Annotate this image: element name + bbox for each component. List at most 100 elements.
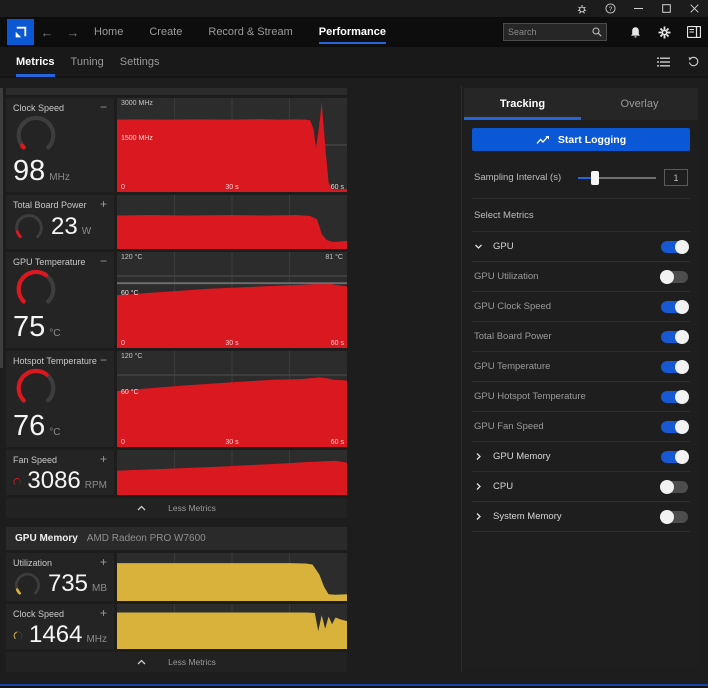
less-metrics-button[interactable]: Less Metrics — [6, 652, 347, 672]
toggle-switch-cpu[interactable] — [660, 479, 688, 494]
section-title: GPU Memory — [15, 533, 78, 544]
nav-item-performance[interactable]: Performance — [318, 18, 387, 46]
window-focus-border — [0, 684, 708, 686]
metric-unit: W — [81, 226, 92, 237]
tray-settings-icon[interactable] — [568, 0, 596, 17]
app-window: ? ← → Home Create Record & Stream Perfor… — [0, 0, 708, 688]
search-icon — [592, 27, 602, 37]
tab-overlay[interactable]: Overlay — [581, 88, 698, 120]
gauge-dial — [13, 477, 21, 484]
tracking-row-gpu-hotspot-temperature: GPU Hotspot Temperature — [472, 382, 690, 412]
sampling-interval-row: Sampling Interval (s) 1 — [472, 163, 690, 199]
chevron-right-icon[interactable] — [474, 512, 483, 521]
metric-unit: MHz — [49, 172, 70, 183]
toggle-switch-gpu-fan-speed[interactable] — [661, 419, 689, 434]
metric-label: Utilization — [13, 558, 53, 568]
logging-chart-icon — [536, 135, 549, 144]
content-area: Clock Speed − 98 MHz 3000 MHz 1500 MHz 0… — [0, 78, 708, 686]
titlebar: ? — [0, 0, 708, 17]
chevron-up-icon — [137, 505, 146, 511]
start-logging-button[interactable]: Start Logging — [472, 128, 690, 151]
left-scrollbar[interactable] — [0, 88, 3, 368]
tab-tracking[interactable]: Tracking — [464, 88, 581, 120]
panel-divider-scrollbar[interactable] — [461, 86, 462, 672]
metric-unit: MHz — [86, 634, 107, 645]
help-icon[interactable]: ? — [596, 0, 624, 17]
metric-card-hotspot-temperature: Hotspot Temperature − 76 °C 120 °C 60 °C… — [6, 351, 347, 447]
chevron-right-icon[interactable] — [474, 452, 483, 461]
search-input[interactable] — [508, 27, 592, 37]
metric-toggle-label: GPU — [493, 241, 514, 252]
metric-card-memory-utilization: Utilization + 735 MB — [6, 553, 347, 601]
toggle-switch-gpu-clock-speed[interactable] — [661, 299, 689, 314]
list-view-icon[interactable] — [648, 47, 678, 77]
card-collapse-button[interactable]: − — [100, 101, 107, 113]
toggle-switch-gpu-temperature[interactable] — [661, 359, 689, 374]
metric-label: Clock Speed — [13, 609, 65, 619]
toggle-switch-gpu-utilization[interactable] — [660, 269, 688, 284]
metric-value: 98 — [13, 155, 46, 187]
nav-item-home[interactable]: Home — [94, 18, 123, 46]
metric-toggle-label: Total Board Power — [474, 331, 552, 342]
metric-label: Total Board Power — [13, 200, 87, 210]
metric-label: Fan Speed — [13, 455, 58, 465]
settings-gear-icon[interactable] — [650, 17, 679, 47]
tracking-row-gpu-fan-speed: GPU Fan Speed — [472, 412, 690, 442]
metric-toggle-label: System Memory — [493, 511, 562, 522]
metric-unit: RPM — [84, 480, 107, 491]
nav-item-record-stream[interactable]: Record & Stream — [208, 18, 292, 46]
toggle-switch-gpu-hotspot-temperature[interactable] — [661, 389, 689, 404]
metric-unit: MB — [92, 583, 107, 594]
gauge-dial — [15, 572, 40, 595]
nav-item-create[interactable]: Create — [149, 18, 182, 46]
card-collapse-button[interactable]: − — [100, 354, 107, 366]
less-metrics-button[interactable]: Less Metrics — [6, 498, 347, 518]
gauge-dial — [16, 269, 56, 304]
reset-icon[interactable] — [678, 47, 708, 77]
chevron-down-icon[interactable] — [474, 242, 483, 251]
tracking-row-total-board-power: Total Board Power — [472, 322, 690, 352]
metric-value: 76 — [13, 410, 46, 442]
tracking-row-gpu-temperature: GPU Temperature — [472, 352, 690, 382]
toggle-switch-gpu-memory[interactable] — [661, 449, 689, 464]
maximize-button[interactable] — [652, 0, 680, 17]
forward-arrow-icon[interactable]: → — [60, 25, 86, 40]
gpu-memory-section-header: GPU Memory AMD Radeon PRO W7600 — [6, 527, 347, 550]
metric-chart: 120 °C 81 °C 60 °C 0 30 s 60 s — [117, 252, 347, 348]
tracking-row-gpu-clock-speed: GPU Clock Speed — [472, 292, 690, 322]
card-expand-button[interactable]: + — [100, 607, 107, 619]
amd-logo[interactable] — [7, 19, 34, 45]
metric-toggle-label: GPU Clock Speed — [474, 301, 552, 312]
chevron-right-icon[interactable] — [474, 482, 483, 491]
card-expand-button[interactable]: + — [100, 198, 107, 210]
toggle-switch-total-board-power[interactable] — [661, 329, 689, 344]
clipped-section-header — [6, 88, 347, 95]
card-expand-button[interactable]: + — [100, 453, 107, 465]
back-arrow-icon[interactable]: ← — [34, 25, 60, 40]
minimize-button[interactable] — [624, 0, 652, 17]
tab-tuning[interactable]: Tuning — [71, 47, 104, 77]
metric-card-total-board-power: Total Board Power + 23 W — [6, 195, 347, 249]
metric-toggle-label: GPU Memory — [493, 451, 551, 462]
close-button[interactable] — [680, 0, 708, 17]
toggle-switch-system-memory[interactable] — [660, 509, 688, 524]
metric-value: 735 — [47, 570, 88, 597]
metric-label: Clock Speed — [13, 103, 65, 113]
metric-chart — [117, 195, 347, 249]
card-collapse-button[interactable]: − — [100, 255, 107, 267]
select-metrics-label: Select Metrics — [472, 199, 690, 232]
tab-settings[interactable]: Settings — [120, 47, 160, 77]
panel-layout-icon[interactable] — [679, 17, 708, 47]
metric-toggle-list: GPU GPU Utilization GPU Clock Speed Total B… — [472, 232, 690, 532]
notifications-bell-icon[interactable] — [621, 17, 650, 47]
toggle-switch-gpu[interactable] — [661, 239, 689, 254]
slider-thumb[interactable] — [591, 170, 599, 185]
sampling-interval-slider[interactable] — [578, 170, 656, 185]
metric-card-memory-clock-speed: Clock Speed + 1464 MHz — [6, 604, 347, 649]
gpu-device-name: AMD Radeon PRO W7600 — [86, 533, 206, 544]
card-expand-button[interactable]: + — [100, 556, 107, 568]
tracking-row-cpu: CPU — [472, 472, 690, 502]
search-box[interactable] — [503, 23, 607, 41]
tab-metrics[interactable]: Metrics — [16, 47, 55, 77]
performance-subtabs: Metrics Tuning Settings — [0, 47, 708, 77]
